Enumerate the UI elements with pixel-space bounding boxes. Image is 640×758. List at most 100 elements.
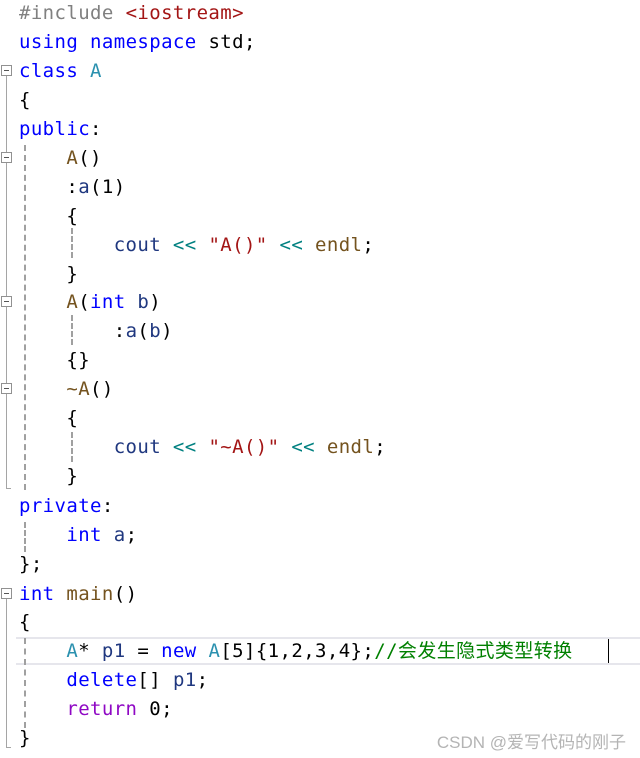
code-token: public: [19, 118, 91, 140]
code-token: }: [19, 263, 79, 285]
fold-toggle-icon[interactable]: [1, 383, 12, 394]
code-token: :: [19, 320, 126, 342]
code-line[interactable]: cout << "~A()" << endl;: [19, 433, 386, 462]
code-line[interactable]: }: [19, 260, 78, 289]
code-token: [5]{1,2,3,4};: [220, 640, 375, 662]
code-token: (1): [90, 176, 126, 198]
code-line[interactable]: {: [19, 608, 31, 637]
code-line[interactable]: public:: [19, 115, 102, 144]
watermark: CSDN @爱写代码的刚子: [436, 733, 626, 752]
code-line[interactable]: A(int b): [19, 288, 161, 317]
code-line[interactable]: cout << "A()" << endl;: [19, 231, 374, 260]
fold-region-line: [6, 76, 7, 489]
code-line[interactable]: {: [19, 202, 78, 231]
code-token: A: [66, 291, 79, 313]
code-token: endl: [326, 436, 375, 458]
code-token: (: [137, 320, 150, 342]
code-token: private: [19, 495, 102, 517]
code-token: 0;: [137, 698, 173, 720]
fold-toggle-icon[interactable]: [1, 65, 12, 76]
code-token: :: [19, 176, 79, 198]
code-token: int: [19, 583, 55, 605]
code-token: (): [113, 583, 138, 605]
code-token: <<: [172, 436, 197, 458]
code-line[interactable]: :a(b): [19, 317, 173, 346]
code-token: :: [90, 118, 102, 140]
code-token: a: [113, 524, 126, 546]
code-token: b: [149, 320, 162, 342]
code-token: p1: [101, 640, 126, 662]
code-line[interactable]: class A: [19, 57, 102, 86]
code-token: cout: [113, 234, 162, 256]
code-token: a: [125, 320, 138, 342]
code-token: }: [19, 727, 31, 749]
code-token: std;: [196, 31, 256, 53]
code-line[interactable]: int a;: [19, 521, 137, 550]
code-token: A: [208, 640, 221, 662]
code-token: {: [19, 407, 79, 429]
code-token: :: [101, 495, 114, 517]
code-token: ;: [125, 524, 138, 546]
code-line[interactable]: int main(): [19, 580, 137, 609]
code-line[interactable]: }: [19, 462, 78, 491]
fold-toggle-icon[interactable]: [1, 296, 12, 307]
code-token: cout: [113, 436, 162, 458]
code-line[interactable]: :a(1): [19, 173, 126, 202]
code-token: "A()": [208, 234, 268, 256]
code-token: #include: [19, 2, 126, 24]
code-token: p1: [172, 669, 197, 691]
code-token: endl: [315, 234, 363, 256]
code-editor[interactable]: #include <iostream> using namespace std; c…: [0, 0, 640, 758]
code-line[interactable]: ~A(): [19, 375, 114, 404]
code-line[interactable]: {: [19, 404, 78, 433]
code-token: {: [19, 611, 31, 633]
code-line[interactable]: using namespace std;: [19, 28, 256, 57]
fold-region-end: [6, 747, 11, 748]
code-token: class: [19, 60, 79, 82]
fold-toggle-icon[interactable]: [1, 588, 12, 599]
code-token: A: [66, 640, 79, 662]
code-line[interactable]: };: [19, 550, 43, 579]
code-token: b: [137, 291, 150, 313]
code-token: new: [161, 640, 197, 662]
code-token: }: [19, 465, 79, 487]
fold-toggle-icon[interactable]: [1, 152, 12, 163]
code-line[interactable]: #include <iostream>: [19, 0, 244, 28]
code-token: <<: [172, 234, 197, 256]
code-line[interactable]: A* p1 = new A[5]{1,2,3,4};//会发生隐式类型转换: [19, 637, 573, 666]
code-line[interactable]: private:: [19, 492, 114, 521]
code-line[interactable]: return 0;: [19, 695, 173, 724]
code-token: <iostream>: [125, 2, 244, 24]
code-token: (: [78, 291, 91, 313]
code-line[interactable]: {: [19, 86, 31, 115]
code-token: return: [66, 698, 138, 720]
code-token: delete: [66, 669, 138, 691]
code-line[interactable]: }: [19, 724, 31, 753]
code-token: A: [90, 60, 102, 82]
code-token: {: [19, 205, 79, 227]
code-line[interactable]: A(): [19, 144, 102, 173]
code-line[interactable]: delete[] p1;: [19, 666, 208, 695]
code-token: (): [90, 378, 114, 400]
code-line[interactable]: {}: [19, 346, 90, 375]
code-token: ;: [374, 436, 387, 458]
code-token: *: [78, 640, 102, 662]
code-token: {}: [19, 349, 91, 371]
